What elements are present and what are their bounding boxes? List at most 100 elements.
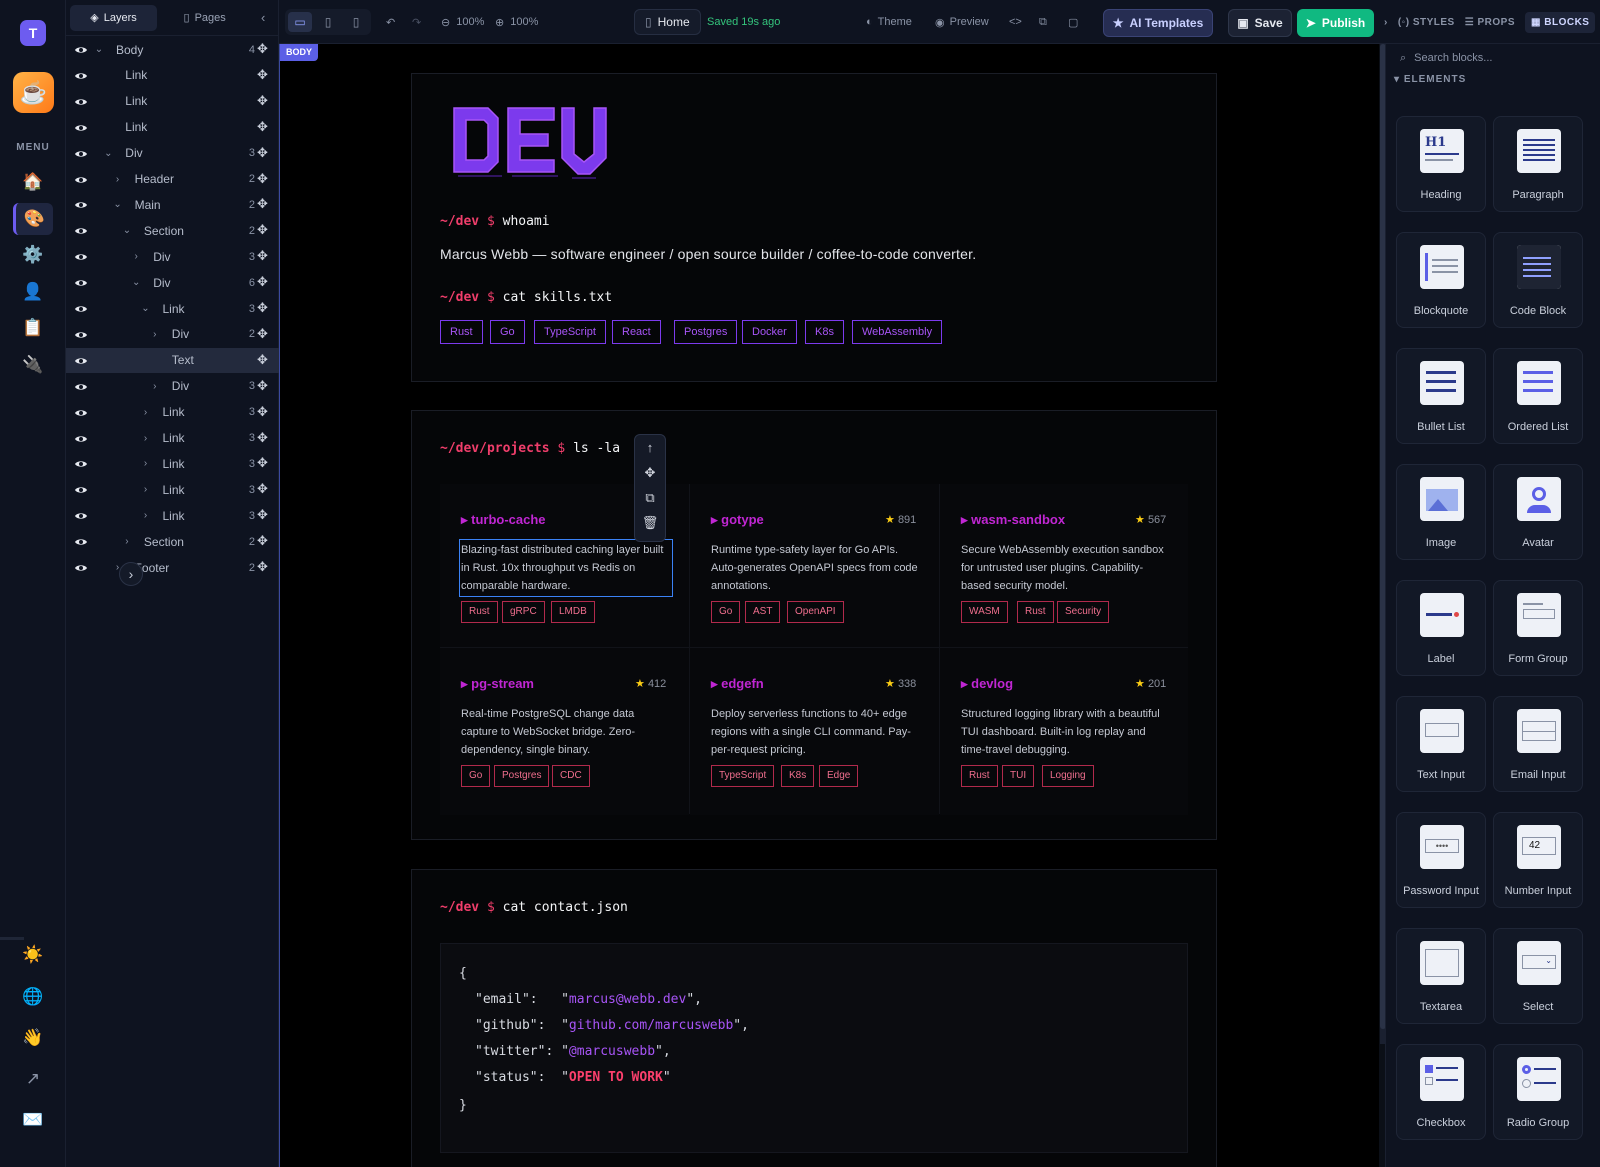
drag-handle-icon[interactable]: ✥ — [257, 326, 269, 341]
chevron-right-icon[interactable]: › — [141, 484, 151, 495]
block-textarea[interactable]: Textarea — [1396, 928, 1486, 1024]
tab-pages[interactable]: ▯ Pages — [161, 5, 248, 31]
eye-icon[interactable] — [74, 302, 88, 316]
layer-row[interactable]: › Link 3 ✥ — [66, 503, 279, 528]
drag-handle-icon[interactable]: ✥ — [257, 482, 269, 496]
globe-icon[interactable]: 🌐 — [13, 981, 53, 1013]
drag-handle-icon[interactable]: ✥ — [257, 534, 269, 548]
zoom-in-button[interactable]: ⊕ 100% — [495, 8, 538, 36]
eye-icon[interactable] — [74, 121, 88, 135]
clipboard-icon[interactable]: ▢ — [1068, 8, 1078, 36]
layer-row[interactable]: Link ✥ — [66, 89, 279, 114]
sun-icon[interactable]: ☀️ — [13, 939, 53, 971]
theme-button[interactable]: ◐ Theme — [866, 8, 912, 36]
user-icon[interactable]: 👤 — [13, 276, 53, 308]
desktop-view-icon[interactable]: ▭ — [288, 12, 312, 32]
drag-handle-icon[interactable]: ✥ — [257, 352, 269, 367]
layer-row[interactable]: Text ✥ — [66, 347, 279, 373]
block-label[interactable]: Label — [1396, 580, 1486, 676]
chevron-right-icon[interactable]: › — [141, 407, 151, 418]
drag-handle-icon[interactable]: ✥ — [257, 301, 269, 315]
block-number-input[interactable]: 42 Number Input — [1493, 812, 1583, 908]
layer-row[interactable]: Link ✥ — [66, 63, 279, 88]
layer-row[interactable]: Link ✥ — [66, 115, 279, 140]
layer-row[interactable]: › Link 3 ✥ — [66, 477, 279, 502]
chevron-right-icon[interactable]: › — [141, 510, 151, 521]
chevron-down-icon[interactable]: ⌄ — [131, 277, 141, 288]
hero-card[interactable]: ~/dev $ whoami Marcus Webb — software en… — [411, 73, 1217, 382]
eye-icon[interactable] — [74, 406, 88, 420]
tab-layers[interactable]: ◈ Layers — [70, 4, 158, 31]
save-button[interactable]: ▣ Save — [1228, 9, 1292, 37]
eye-icon[interactable] — [74, 483, 88, 497]
project-name[interactable]: ▸ edgefn — [711, 676, 764, 692]
layer-row[interactable]: ⌄ Link 3 ✥ — [66, 296, 279, 321]
eye-icon[interactable] — [74, 198, 88, 212]
eye-icon[interactable] — [74, 328, 88, 342]
json-value[interactable]: github.com/marcuswebb — [569, 1018, 733, 1033]
layer-row[interactable]: ⌄ Main 2 ✥ — [66, 192, 279, 217]
block-paragraph[interactable]: Paragraph — [1493, 116, 1583, 212]
projects-card[interactable]: ~/dev/projects $ ls -la ▸ turbo-cache Bla… — [411, 410, 1217, 840]
wave-icon[interactable]: 👋 — [13, 1022, 53, 1054]
project-avatar[interactable]: ☕ — [13, 72, 54, 113]
layer-row[interactable]: › Footer 2 ✥ — [66, 555, 279, 580]
drag-handle-icon[interactable]: ✥ — [257, 171, 269, 186]
eye-icon[interactable] — [74, 43, 88, 57]
ai-templates-button[interactable]: ★ AI Templates — [1103, 9, 1213, 37]
project-name[interactable]: ▸ gotype — [711, 512, 764, 528]
undo-icon[interactable]: ↶ — [386, 8, 395, 36]
drag-handle-icon[interactable]: ✥ — [257, 456, 269, 470]
palette-icon[interactable]: 🎨 — [13, 202, 53, 235]
block-radio-group[interactable]: Radio Group — [1493, 1044, 1583, 1140]
drag-handle-icon[interactable]: ✥ — [257, 560, 269, 574]
drag-handle-icon[interactable]: ✥ — [257, 67, 269, 82]
project-description[interactable]: Deploy serverless functions to 40+ edge … — [711, 705, 921, 759]
layer-row[interactable]: › Link 3 ✥ — [66, 400, 279, 425]
expand-sidebar-button[interactable]: › — [119, 562, 143, 586]
drag-handle-icon[interactable]: ✥ — [257, 223, 269, 237]
drag-move-icon[interactable]: ✥ — [635, 460, 665, 485]
eye-icon[interactable] — [74, 432, 88, 446]
eye-icon[interactable] — [74, 354, 88, 368]
layer-row[interactable]: ⌄ Div 6 ✥ — [66, 270, 279, 295]
design-canvas[interactable]: BODY ~/dev $ whoami Marcus Webb — softwa… — [279, 44, 1379, 1167]
elements-section-header[interactable]: ▾ ELEMENTS — [1394, 74, 1466, 85]
drag-handle-icon[interactable]: ✥ — [257, 275, 269, 289]
project-description[interactable]: Structured logging library with a beauti… — [961, 705, 1171, 759]
block-image[interactable]: Image — [1396, 464, 1486, 560]
trash-icon[interactable]: 🗑 — [635, 510, 665, 535]
eye-icon[interactable] — [74, 69, 88, 83]
block-email-input[interactable]: Email Input — [1493, 696, 1583, 792]
chevron-right-icon[interactable]: › — [122, 536, 132, 547]
zoom-out-button[interactable]: ⊖ 100% — [441, 8, 484, 36]
eye-icon[interactable] — [74, 224, 88, 238]
plug-icon[interactable]: 🔌 — [13, 349, 53, 381]
drag-handle-icon[interactable]: ✥ — [257, 378, 269, 393]
block-code-block[interactable]: Code Block — [1493, 232, 1583, 328]
chevron-down-icon[interactable]: ⌄ — [113, 199, 123, 210]
layer-row[interactable]: ⌄ Section 2 ✥ — [66, 218, 279, 243]
move-up-icon[interactable]: ↑ — [635, 435, 665, 460]
block-checkbox[interactable]: Checkbox — [1396, 1044, 1486, 1140]
mobile-view-icon[interactable]: ▯ — [344, 12, 368, 32]
layer-row[interactable]: › Div 2 ✥ — [66, 322, 279, 347]
drag-handle-icon[interactable]: ✥ — [257, 249, 269, 263]
preview-button[interactable]: ◉ Preview — [935, 8, 989, 36]
chevron-right-icon[interactable]: › — [141, 433, 151, 444]
eye-icon[interactable] — [74, 561, 88, 575]
drag-handle-icon[interactable]: ✥ — [257, 430, 269, 445]
project-name[interactable]: ▸ turbo-cache — [461, 512, 546, 528]
block-blockquote[interactable]: Blockquote — [1396, 232, 1486, 328]
duplicate-icon[interactable]: ⧉ — [635, 485, 665, 510]
project-name[interactable]: ▸ devlog — [961, 676, 1013, 692]
drag-handle-icon[interactable]: ✥ — [257, 119, 269, 134]
project-description[interactable]: Secure WebAssembly execution sandbox for… — [961, 541, 1171, 595]
layer-row[interactable]: › Section 2 ✥ — [66, 529, 279, 554]
publish-button[interactable]: ➤ Publish — [1297, 9, 1374, 37]
redo-icon[interactable]: ↷ — [412, 8, 421, 36]
tab-styles[interactable]: (◦) STYLES — [1398, 17, 1455, 28]
drag-handle-icon[interactable]: ✥ — [257, 42, 269, 56]
chevron-right-icon[interactable]: › — [113, 174, 123, 185]
block-heading[interactable]: H1 Heading — [1396, 116, 1486, 212]
